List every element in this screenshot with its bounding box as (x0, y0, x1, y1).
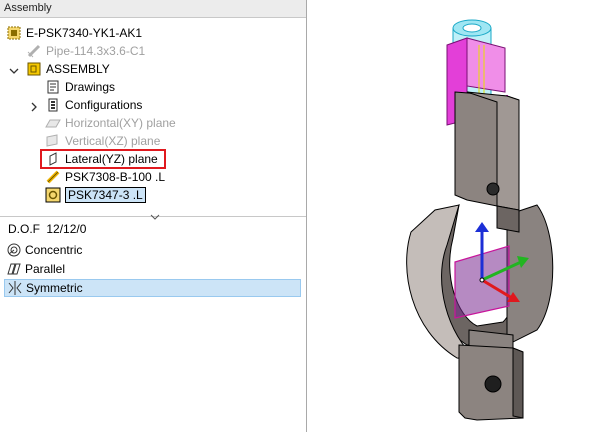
tree-item-part-1-label: PSK7308-B-100 .L (65, 170, 166, 184)
3d-viewport[interactable] (307, 0, 606, 432)
assembly-folder-icon (26, 61, 42, 77)
symmetric-icon (7, 280, 23, 296)
chevron-right-icon[interactable] (29, 102, 39, 112)
constraint-parallel[interactable]: Parallel (6, 260, 65, 278)
tree-item-drawings[interactable]: Drawings (45, 78, 115, 96)
concentric-icon (6, 242, 22, 258)
tree-item-horizontal-plane[interactable]: Horizontal(XY) plane (45, 114, 176, 132)
tree-item-vertical-plane-label: Vertical(XZ) plane (65, 134, 161, 148)
dof-label: D.O.F (8, 222, 40, 236)
dof-readout: D.O.F 12/12/0 (8, 222, 86, 236)
dof-value: 12/12/0 (46, 222, 87, 236)
plane-horizontal-icon (45, 115, 61, 131)
assembly-panel: Assembly E-PSK7340-YK1-AK1 Pipe-114.3x3.… (0, 0, 307, 432)
clamp-model (406, 19, 554, 421)
assembly-root-icon (6, 25, 22, 41)
tree-item-horizontal-plane-label: Horizontal(XY) plane (65, 116, 176, 130)
tree-item-root[interactable]: E-PSK7340-YK1-AK1 (6, 24, 142, 42)
parallel-icon (6, 261, 22, 277)
plane-vertical-icon (45, 133, 61, 149)
tree-item-assembly[interactable]: ASSEMBLY (26, 60, 110, 78)
lug-plate (454, 91, 520, 211)
tree-item-part-2[interactable]: PSK7347-3 .L (45, 186, 146, 204)
constraint-symmetric-label: Symmetric (26, 281, 83, 295)
tree-item-configurations-label: Configurations (65, 98, 143, 112)
tree-item-root-label: E-PSK7340-YK1-AK1 (26, 26, 143, 40)
constraint-concentric[interactable]: Concentric (6, 241, 82, 259)
tree-item-configurations[interactable]: Configurations (45, 96, 142, 114)
tree-item-drawings-label: Drawings (65, 80, 116, 94)
tree-item-pipe[interactable]: Pipe-114.3x3.6-C1 (26, 42, 145, 60)
lateral-plane-highlight (40, 149, 166, 169)
part-icon (45, 169, 61, 185)
splitter-arrow-icon[interactable] (150, 214, 160, 220)
clamp-part-icon (45, 187, 61, 203)
drawings-icon (45, 79, 61, 95)
tree-item-vertical-plane[interactable]: Vertical(XZ) plane (45, 132, 160, 150)
tree-item-part-1[interactable]: PSK7308-B-100 .L (45, 168, 165, 186)
bottom-lug (458, 344, 524, 421)
tree-item-pipe-label: Pipe-114.3x3.6-C1 (46, 44, 146, 58)
tree-item-assembly-label: ASSEMBLY (46, 62, 110, 76)
tree-item-part-2-label: PSK7347-3 .L (65, 187, 146, 203)
configurations-icon (45, 97, 61, 113)
chevron-down-icon[interactable] (9, 66, 19, 76)
constraint-concentric-label: Concentric (25, 243, 83, 257)
panel-title: Assembly (0, 0, 306, 18)
constraint-parallel-label: Parallel (25, 262, 66, 276)
constraint-symmetric[interactable]: Symmetric (4, 279, 301, 297)
pipe-icon (26, 43, 42, 59)
